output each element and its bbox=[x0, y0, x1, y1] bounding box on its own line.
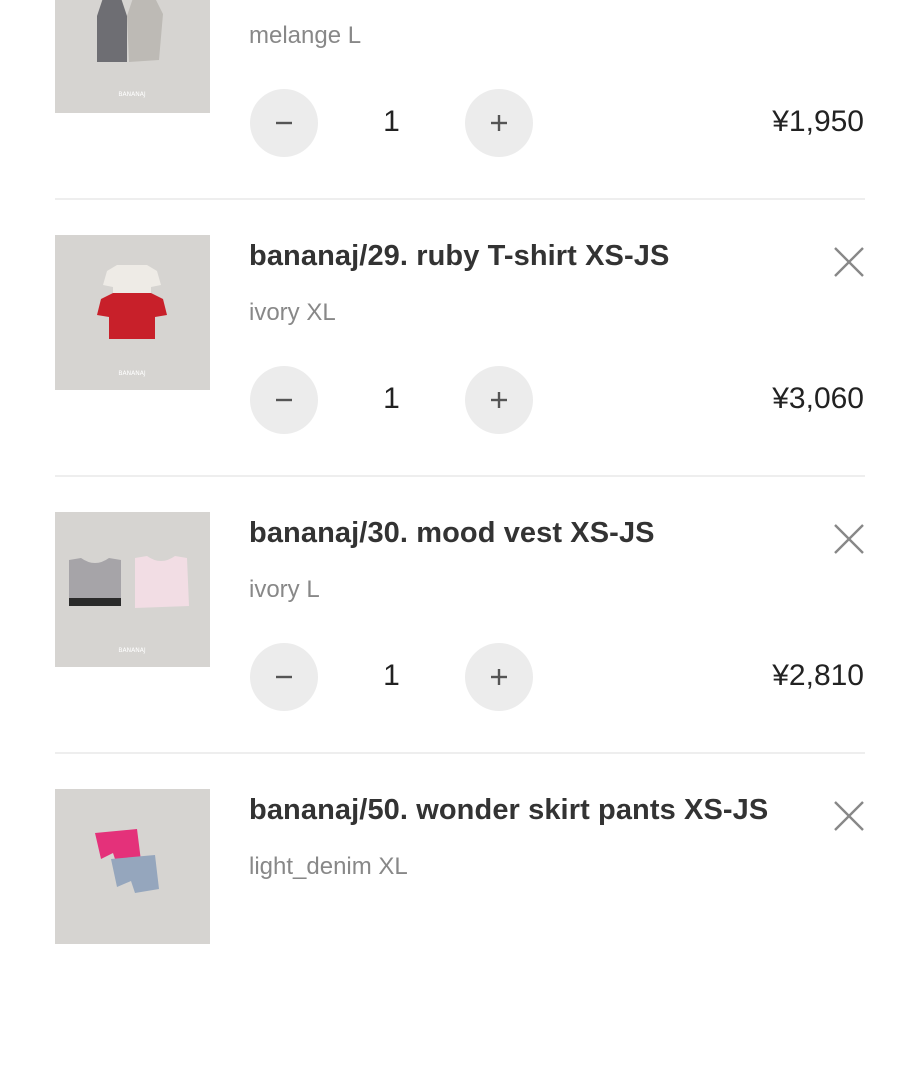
close-icon bbox=[834, 247, 864, 277]
product-thumbnail[interactable]: BANANAJ bbox=[55, 235, 210, 390]
plus-icon bbox=[491, 392, 507, 408]
decrease-quantity-button[interactable] bbox=[250, 366, 318, 434]
plus-icon bbox=[491, 669, 507, 685]
item-divider bbox=[55, 752, 865, 754]
item-variant: ivory L bbox=[249, 576, 320, 603]
product-thumbnail[interactable]: BANANAJ bbox=[55, 0, 210, 113]
t-shirts-product-image: BANANAJ bbox=[55, 235, 210, 390]
item-variant: ivory XL bbox=[249, 299, 336, 326]
cart-item: bananaj/50. wonder skirt pants XS-JS lig… bbox=[0, 789, 920, 1066]
cart-item: BANANAJ bananaj/30. mood vest XS-JS ivor… bbox=[0, 512, 920, 789]
item-quantity: 1 bbox=[383, 105, 400, 138]
product-thumbnail[interactable] bbox=[55, 789, 210, 944]
item-divider bbox=[55, 198, 865, 200]
cart-item: BANANAJ bananaj/29. ruby T-shirt XS-JS i… bbox=[0, 235, 920, 512]
item-title[interactable]: bananaj/30. mood vest XS-JS bbox=[249, 517, 655, 550]
minus-icon bbox=[276, 121, 292, 125]
item-price: ¥2,810 bbox=[772, 659, 864, 692]
remove-item-button[interactable] bbox=[832, 245, 866, 279]
minus-icon bbox=[276, 675, 292, 679]
close-icon bbox=[834, 524, 864, 554]
remove-item-button[interactable] bbox=[832, 799, 866, 833]
item-divider bbox=[55, 475, 865, 477]
svg-text:BANANAJ: BANANAJ bbox=[118, 91, 145, 98]
increase-quantity-button[interactable] bbox=[465, 643, 533, 711]
vests-product-image: BANANAJ bbox=[55, 512, 210, 667]
item-price: ¥3,060 bbox=[772, 382, 864, 415]
item-quantity: 1 bbox=[383, 382, 400, 415]
item-variant: melange L bbox=[249, 22, 362, 49]
item-price: ¥1,950 bbox=[772, 105, 864, 138]
product-thumbnail[interactable]: BANANAJ bbox=[55, 512, 210, 667]
increase-quantity-button[interactable] bbox=[465, 89, 533, 157]
increase-quantity-button[interactable] bbox=[465, 366, 533, 434]
minus-icon bbox=[276, 398, 292, 402]
item-variant: light_denim XL bbox=[249, 853, 408, 880]
item-title[interactable]: bananaj/29. ruby T-shirt XS-JS bbox=[249, 240, 669, 273]
skirt-pants-product-image bbox=[55, 789, 210, 944]
decrease-quantity-button[interactable] bbox=[250, 643, 318, 711]
item-title[interactable]: bananaj/50. wonder skirt pants XS-JS bbox=[249, 794, 768, 827]
decrease-quantity-button[interactable] bbox=[250, 89, 318, 157]
item-quantity: 1 bbox=[383, 659, 400, 692]
svg-text:BANANAJ: BANANAJ bbox=[118, 647, 145, 654]
tank-tops-product-image: BANANAJ bbox=[55, 0, 210, 113]
svg-text:BANANAJ: BANANAJ bbox=[118, 370, 145, 377]
close-icon bbox=[834, 801, 864, 831]
plus-icon bbox=[491, 115, 507, 131]
remove-item-button[interactable] bbox=[832, 522, 866, 556]
